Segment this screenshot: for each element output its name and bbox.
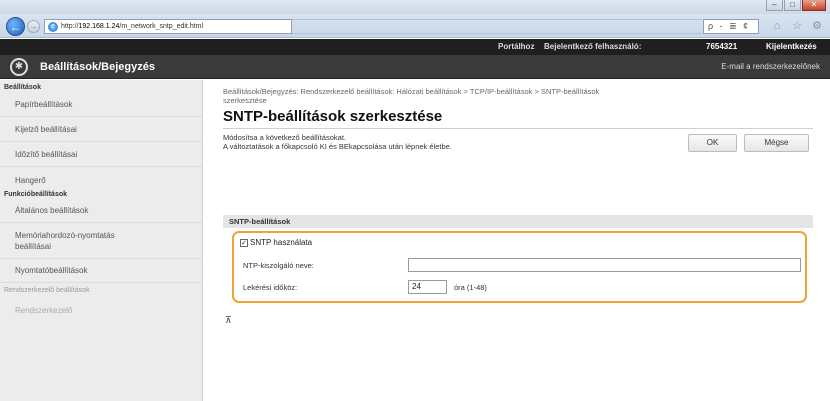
divider xyxy=(0,282,202,283)
tools-gear-icon[interactable]: ⚙ xyxy=(810,19,824,33)
section-header-sntp: SNTP-beállítások xyxy=(223,215,813,228)
app-title-bar: ✱ Beállítások/Bejegyzés E-mail a rendsze… xyxy=(0,55,830,79)
sidebar-item-admin[interactable]: Rendszerkezelő xyxy=(15,306,72,315)
settings-icon: ✱ xyxy=(10,58,28,76)
browser-toolbar-icons: ⌂ ☆ ⚙ xyxy=(770,19,824,33)
breadcrumb-line: szerkesztése xyxy=(223,96,267,105)
divider xyxy=(0,141,202,142)
back-arrow-icon[interactable]: ← xyxy=(6,17,25,36)
login-user-label: Bejelentkező felhasználó: xyxy=(544,42,642,51)
mail-admin-link[interactable]: E-mail a rendszerkezelőnek xyxy=(721,62,820,71)
sidebar-section-function-settings: Funkcióbeállítások xyxy=(4,191,68,198)
close-icon[interactable]: ✕ xyxy=(802,0,826,11)
search-refresh-controls[interactable]: ρ - ≣ ¢ xyxy=(703,19,759,34)
breadcrumb-line: Beállítások/Bejegyzés: Rendszerkezelő be… xyxy=(223,87,600,96)
cancel-button[interactable]: Mégse xyxy=(744,134,809,152)
window-controls: – □ ✕ xyxy=(766,0,826,11)
address-bar[interactable]: e http://192.168.1.24/m_network_sntp_edi… xyxy=(44,19,292,34)
instruction-line: A változtatások a főkapcsoló KI és BEkap… xyxy=(223,142,452,151)
sidebar-item-paper-settings[interactable]: Papírbeállítások xyxy=(15,100,72,109)
minimize-icon[interactable]: – xyxy=(766,0,783,11)
browser-title-bar: – □ ✕ xyxy=(0,0,830,14)
use-sntp-label: SNTP használata xyxy=(250,238,313,247)
divider xyxy=(0,116,202,117)
home-icon[interactable]: ⌂ xyxy=(770,19,784,33)
device-top-bar: Portálhoz Bejelentkező felhasználó: 7654… xyxy=(0,39,830,55)
interval-label: Lekérési időköz: xyxy=(243,283,298,292)
portal-link[interactable]: Portálhoz xyxy=(498,42,534,51)
ok-button[interactable]: OK xyxy=(688,134,737,152)
sidebar-item-printer-settings[interactable]: Nyomtatóbeállítások xyxy=(15,266,87,275)
instruction-line: Módosítsa a következő beállításokat. xyxy=(223,133,346,142)
login-user-id: 7654321 xyxy=(706,42,738,51)
divider xyxy=(0,166,202,167)
ntp-server-label: NTP-kiszolgáló neve: xyxy=(243,261,314,270)
breadcrumb: Beállítások/Bejegyzés: Rendszerkezelő be… xyxy=(223,87,813,105)
divider xyxy=(0,222,202,223)
interval-input[interactable]: 24 xyxy=(408,280,447,294)
sidebar-item-media-print-line2[interactable]: beállításai xyxy=(15,242,51,251)
logout-link[interactable]: Kijelentkezés xyxy=(766,42,817,51)
use-sntp-checkbox[interactable]: ✓ xyxy=(240,238,248,247)
divider xyxy=(0,258,202,259)
sidebar-item-volume[interactable]: Hangerő xyxy=(15,176,46,185)
sidebar-item-media-print-line1[interactable]: Memóriahordozó-nyomtatás xyxy=(15,231,115,240)
sidebar-item-timer-settings[interactable]: Időzítő beállításai xyxy=(15,150,77,159)
ie-icon: e xyxy=(48,21,58,32)
interval-unit: óra (1-48) xyxy=(454,283,487,292)
forward-arrow-icon[interactable]: → xyxy=(27,20,40,33)
url-text: http://192.168.1.24/m_network_sntp_edit.… xyxy=(61,23,204,30)
sidebar-section-admin-settings: Rendszerkezelő beállítások xyxy=(4,287,90,294)
sidebar: Beállítások Papírbeállítások Kijelző beá… xyxy=(0,80,203,401)
address-bar-tail xyxy=(292,19,702,34)
sidebar-item-general-settings[interactable]: Általános beállítások xyxy=(15,206,88,215)
use-sntp-row: ✓ SNTP használata xyxy=(240,238,312,247)
sidebar-item-display-settings[interactable]: Kijelző beállításai xyxy=(15,125,77,134)
ntp-server-input[interactable] xyxy=(408,258,801,272)
app-title: Beállítások/Bejegyzés xyxy=(40,61,155,73)
instructions: Módosítsa a következő beállításokat. A v… xyxy=(223,133,452,151)
sidebar-section-settings: Beállítások xyxy=(4,84,41,91)
divider xyxy=(223,128,813,129)
page-title: SNTP-beállítások szerkesztése xyxy=(223,108,443,125)
maximize-icon[interactable]: □ xyxy=(784,0,801,11)
to-top-icon[interactable]: ⊼ xyxy=(225,315,232,326)
favorites-icon[interactable]: ☆ xyxy=(790,19,804,33)
browser-nav-bar: ← → e http://192.168.1.24/m_network_sntp… xyxy=(0,14,830,38)
